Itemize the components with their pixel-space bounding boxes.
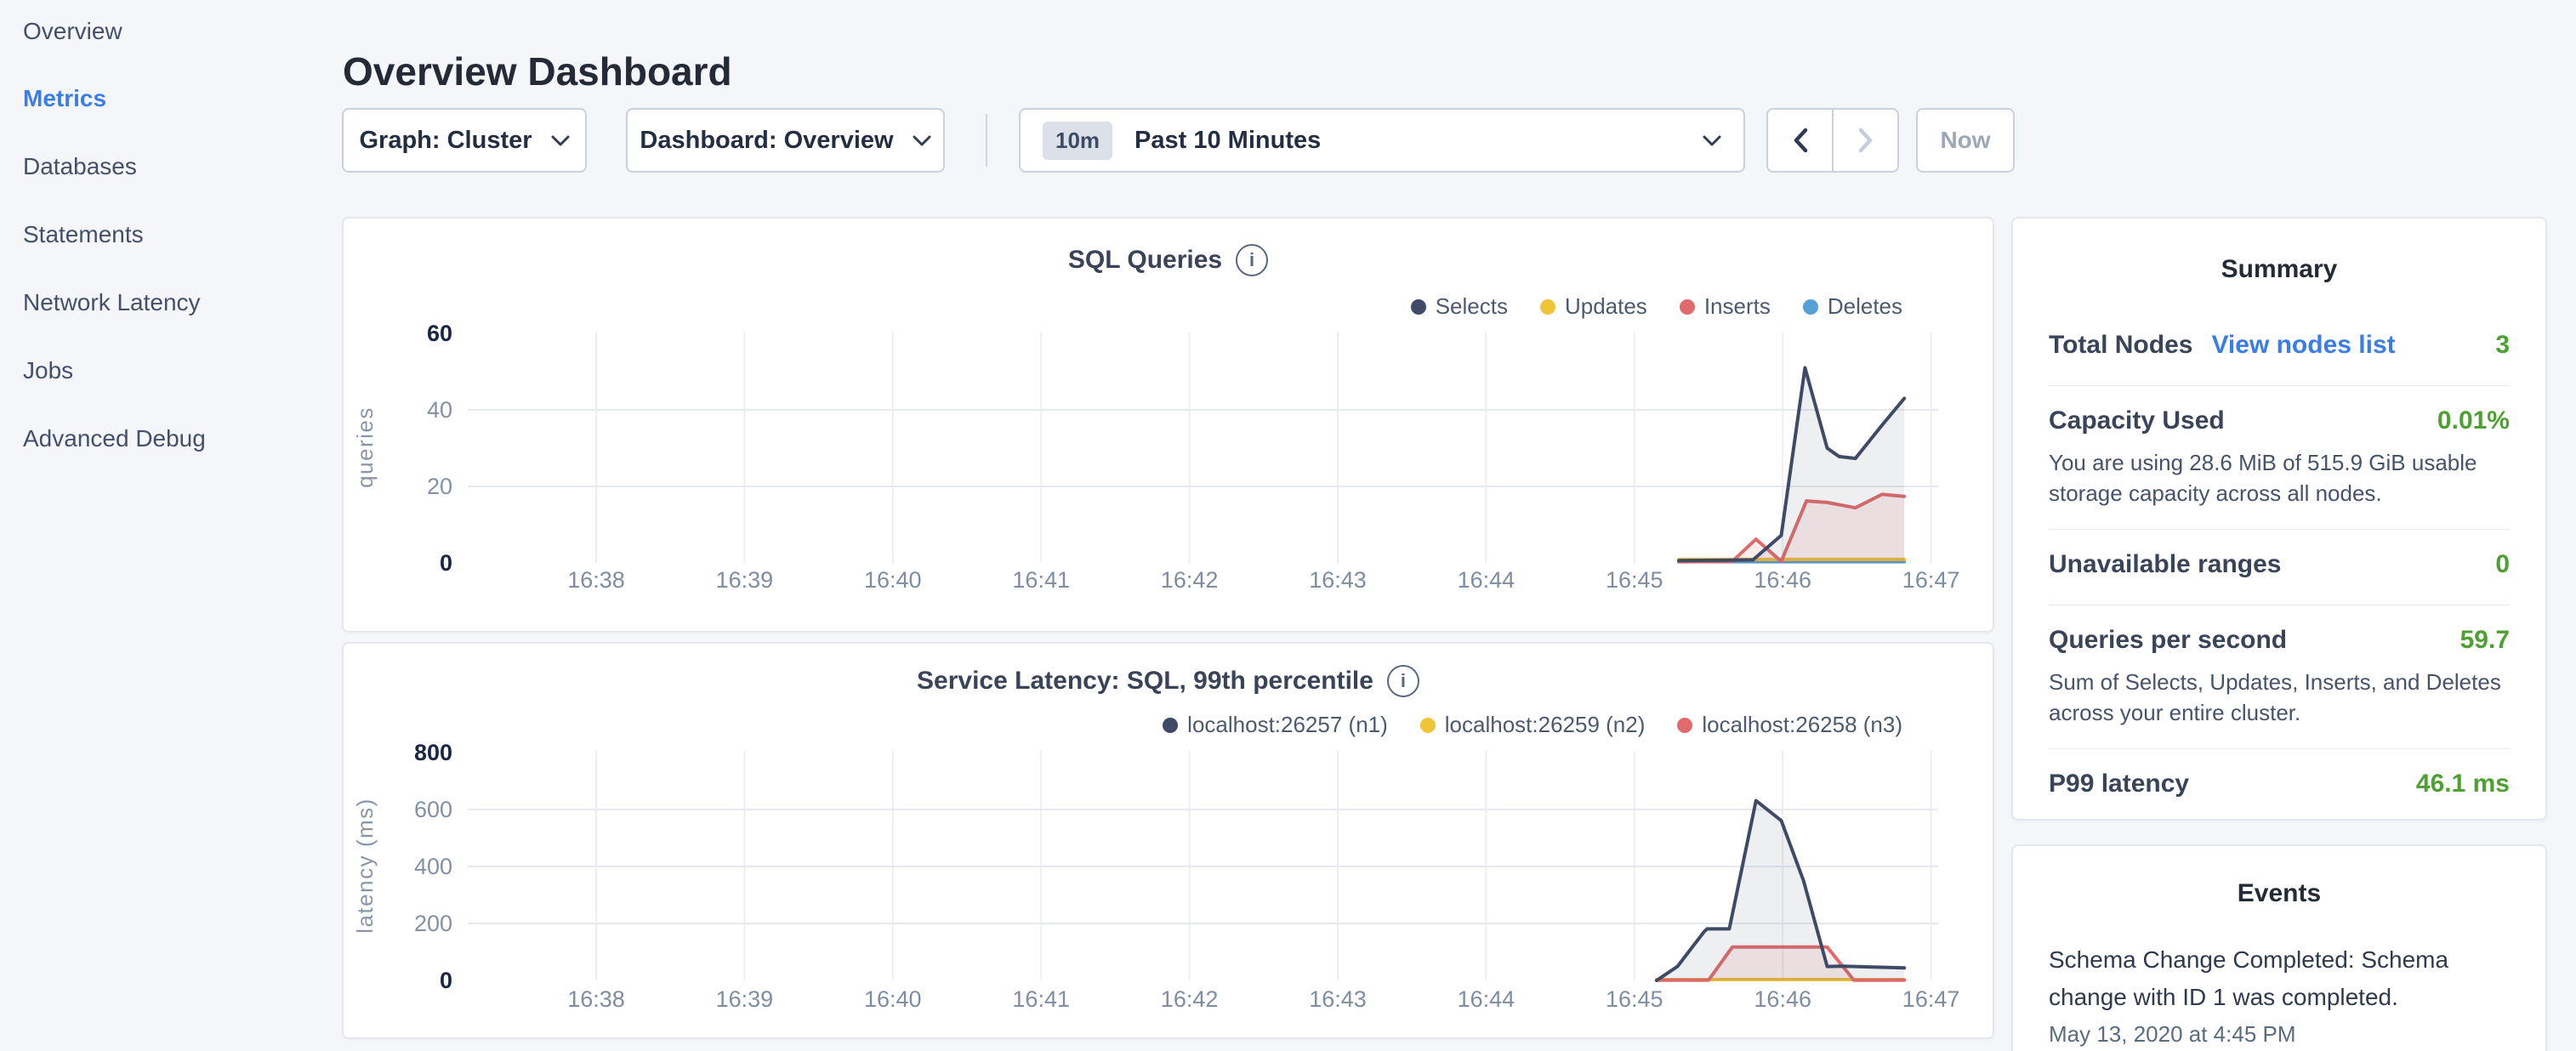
svg-text:16:46: 16:46 [1754, 986, 1811, 1012]
summary-label: Total Nodes [2049, 331, 2192, 360]
events-panel: Events Schema Change Completed: Schema c… [2011, 844, 2547, 1051]
summary-value: 46.1 ms [2416, 770, 2510, 798]
svg-text:16:40: 16:40 [864, 567, 922, 593]
svg-text:0: 0 [440, 968, 452, 993]
time-range-label: Past 10 Minutes [1134, 127, 1321, 155]
summary-label: Queries per second [2049, 626, 2287, 655]
summary-value: 0.01% [2437, 406, 2510, 435]
summary-row-total-nodes: Total Nodes View nodes list 3 [2049, 331, 2510, 365]
svg-text:16:47: 16:47 [1902, 567, 1960, 593]
summary-value: 59.7 [2460, 626, 2510, 655]
svg-text:16:39: 16:39 [716, 567, 774, 593]
svg-text:16:41: 16:41 [1012, 567, 1070, 593]
dashboard-label: Dashboard: Overview [640, 127, 893, 155]
time-range-badge: 10m [1043, 122, 1112, 160]
summary-row-unavailable-ranges: Unavailable ranges 0 [2049, 550, 2510, 584]
sidebar-item-statements[interactable]: Statements [23, 218, 144, 252]
svg-text:16:44: 16:44 [1458, 567, 1515, 593]
chevron-right-icon [1858, 128, 1874, 153]
graph-scope-dropdown[interactable]: Graph: Cluster [342, 108, 587, 173]
svg-text:40: 40 [427, 397, 452, 423]
sql-queries-card: SQL Queries i SelectsUpdatesInsertsDelet… [342, 217, 1994, 633]
svg-text:16:46: 16:46 [1754, 567, 1811, 593]
sidebar-item-advanced-debug[interactable]: Advanced Debug [23, 422, 206, 456]
sidebar-item-metrics[interactable]: Metrics [23, 82, 106, 116]
summary-label: P99 latency [2049, 770, 2189, 798]
svg-text:16:45: 16:45 [1606, 986, 1663, 1012]
sidebar-item-jobs[interactable]: Jobs [23, 354, 73, 388]
next-time-window-button[interactable] [1834, 110, 1897, 171]
time-step-buttons [1766, 108, 1899, 173]
service-latency-card: Service Latency: SQL, 99th percentile i … [342, 642, 1994, 1039]
svg-text:16:41: 16:41 [1012, 986, 1070, 1012]
summary-panel: Summary Total Nodes View nodes list 3 Ca… [2011, 217, 2547, 821]
svg-text:16:44: 16:44 [1458, 986, 1515, 1012]
summary-description: Sum of Selects, Updates, Inserts, and De… [2049, 667, 2510, 728]
sidebar-item-databases[interactable]: Databases [23, 150, 137, 184]
svg-text:600: 600 [414, 797, 452, 822]
svg-text:60: 60 [427, 321, 452, 346]
events-title: Events [2049, 877, 2510, 911]
now-button[interactable]: Now [1916, 108, 2015, 173]
previous-time-window-button[interactable] [1768, 110, 1832, 171]
svg-text:queries: queries [352, 406, 378, 488]
summary-row-p99-latency: P99 latency 46.1 ms [2049, 770, 2510, 804]
svg-text:16:38: 16:38 [567, 567, 625, 593]
svg-text:16:39: 16:39 [716, 986, 774, 1012]
svg-text:16:38: 16:38 [567, 986, 625, 1012]
svg-text:16:45: 16:45 [1606, 567, 1663, 593]
summary-value: 3 [2495, 331, 2510, 360]
svg-text:16:47: 16:47 [1902, 986, 1960, 1012]
chevron-left-icon [1793, 128, 1808, 153]
svg-text:20: 20 [427, 474, 452, 499]
chevron-down-icon [551, 135, 570, 146]
summary-label: Unavailable ranges [2049, 550, 2281, 579]
svg-text:latency (ms): latency (ms) [352, 798, 378, 934]
svg-text:16:43: 16:43 [1309, 986, 1367, 1012]
chevron-down-icon [1703, 135, 1721, 146]
summary-value: 0 [2495, 550, 2510, 579]
svg-text:16:40: 16:40 [864, 986, 922, 1012]
summary-title: Summary [2049, 253, 2510, 287]
now-button-label: Now [1940, 127, 1990, 154]
summary-row-queries-per-second: Queries per second 59.7 [2049, 626, 2510, 660]
sql-queries-chart: 16:38 16:39 16:40 16:41 16:42 16:43 16:44 16:45… [344, 219, 1993, 631]
chevron-down-icon [913, 135, 931, 146]
controls-divider [986, 114, 987, 167]
sidebar-item-overview[interactable]: Overview [23, 14, 122, 48]
summary-row-capacity-used: Capacity Used 0.01% [2049, 406, 2510, 440]
event-item[interactable]: Schema Change Completed: Schema change w… [2049, 941, 2510, 1016]
svg-text:200: 200 [414, 911, 452, 936]
svg-text:16:42: 16:42 [1161, 567, 1219, 593]
divider [2049, 529, 2510, 530]
sidebar-item-network-latency[interactable]: Network Latency [23, 286, 201, 320]
svg-text:0: 0 [440, 550, 452, 576]
divider [2049, 385, 2510, 386]
view-nodes-list-link[interactable]: View nodes list [2211, 331, 2395, 360]
graph-scope-label: Graph: Cluster [359, 127, 532, 155]
time-range-dropdown[interactable]: 10m Past 10 Minutes [1019, 108, 1745, 173]
event-timestamp: May 13, 2020 at 4:45 PM [2049, 1021, 2510, 1048]
svg-text:16:43: 16:43 [1309, 567, 1367, 593]
divider [2049, 748, 2510, 749]
service-latency-chart: 16:38 16:39 16:40 16:41 16:42 16:43 16:44 16:45… [344, 644, 1993, 1037]
svg-text:400: 400 [414, 854, 452, 879]
summary-label: Capacity Used [2049, 406, 2225, 435]
summary-description: You are using 28.6 MiB of 515.9 GiB usab… [2049, 447, 2510, 508]
svg-text:800: 800 [414, 740, 452, 765]
svg-text:16:42: 16:42 [1161, 986, 1219, 1012]
dashboard-dropdown[interactable]: Dashboard: Overview [626, 108, 945, 173]
page-title: Overview Dashboard [343, 48, 732, 94]
admin-ui-page: Overview Metrics Databases Statements Ne… [0, 0, 2576, 1051]
